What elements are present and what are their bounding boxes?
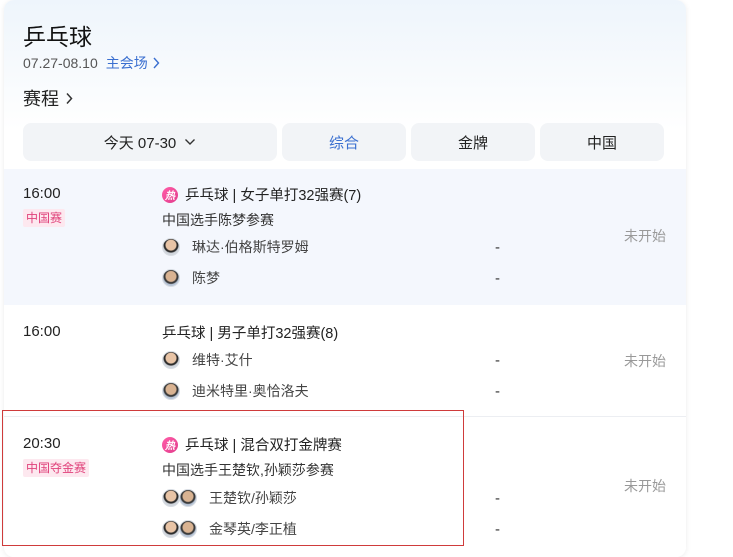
player-avatar [162,351,180,369]
date-venue-line: 07.27-08.10 主会场 [23,53,160,73]
selection-highlight [2,410,464,546]
player-name: 维特·艾什 [192,352,253,368]
player-row: 琳达·伯格斯特罗姆 [162,237,309,257]
player-name: 陈梦 [192,270,220,286]
player-avatar [162,238,180,256]
player-row: 迪米特里·奥恰洛夫 [162,381,309,401]
chevron-down-icon [185,139,196,145]
match-status: 未开始 [624,478,666,494]
china-match-badge: 中国赛 [23,209,66,227]
page-title: 乒乓球 [23,24,92,50]
player-score: - [495,521,500,538]
match-time: 16:00 [23,185,61,202]
match-status: 未开始 [624,228,666,244]
filter-tabs: 今天 07-30 综合 金牌 中国 [23,123,664,161]
schedule-label: 赛程 [23,89,59,109]
schedule-heading[interactable]: 赛程 [23,85,73,111]
player-name: 琳达·伯格斯特罗姆 [192,239,309,255]
event-title: 热 乒乓球 | 女子单打32强赛(7) [162,184,361,205]
date-range: 07.27-08.10 [23,55,98,71]
player-score: - [495,352,500,369]
match-time: 16:00 [23,323,61,340]
player-score: - [495,383,500,400]
player-row: 陈梦 [162,268,220,288]
main-venue-link[interactable]: 主会场 [106,53,160,73]
chevron-right-icon [153,57,160,69]
match-status: 未开始 [624,353,666,369]
player-score: - [495,270,500,287]
tab-overall[interactable]: 综合 [282,123,406,161]
tab-gold[interactable]: 金牌 [411,123,535,161]
date-dropdown[interactable]: 今天 07-30 [23,123,277,161]
player-score: - [495,490,500,507]
event-title: 乒乓球 | 男子单打32强赛(8) [162,322,338,343]
hot-icon: 热 [162,186,178,203]
player-avatar [162,269,180,287]
match-row[interactable]: 16:00 中国赛 热 乒乓球 | 女子单打32强赛(7) 中国选手陈梦参赛 琳… [4,169,686,305]
tab-china[interactable]: 中国 [540,123,664,161]
player-avatar [162,382,180,400]
match-row[interactable]: 16:00 乒乓球 | 男子单打32强赛(8) 维特·艾什 - 迪米特里·奥恰洛… [4,307,686,417]
player-name: 迪米特里·奥恰洛夫 [192,383,309,399]
event-name: 乒乓球 | 男子单打32强赛(8) [162,326,339,342]
main-venue-label: 主会场 [105,55,148,71]
player-row: 维特·艾什 [162,350,253,370]
participation-note: 中国选手陈梦参赛 [162,212,274,228]
event-name: 乒乓球 | 女子单打32强赛(7) [185,188,362,204]
date-dropdown-label: 今天 07-30 [103,134,177,152]
player-score: - [495,239,500,256]
chevron-right-icon [66,92,73,104]
